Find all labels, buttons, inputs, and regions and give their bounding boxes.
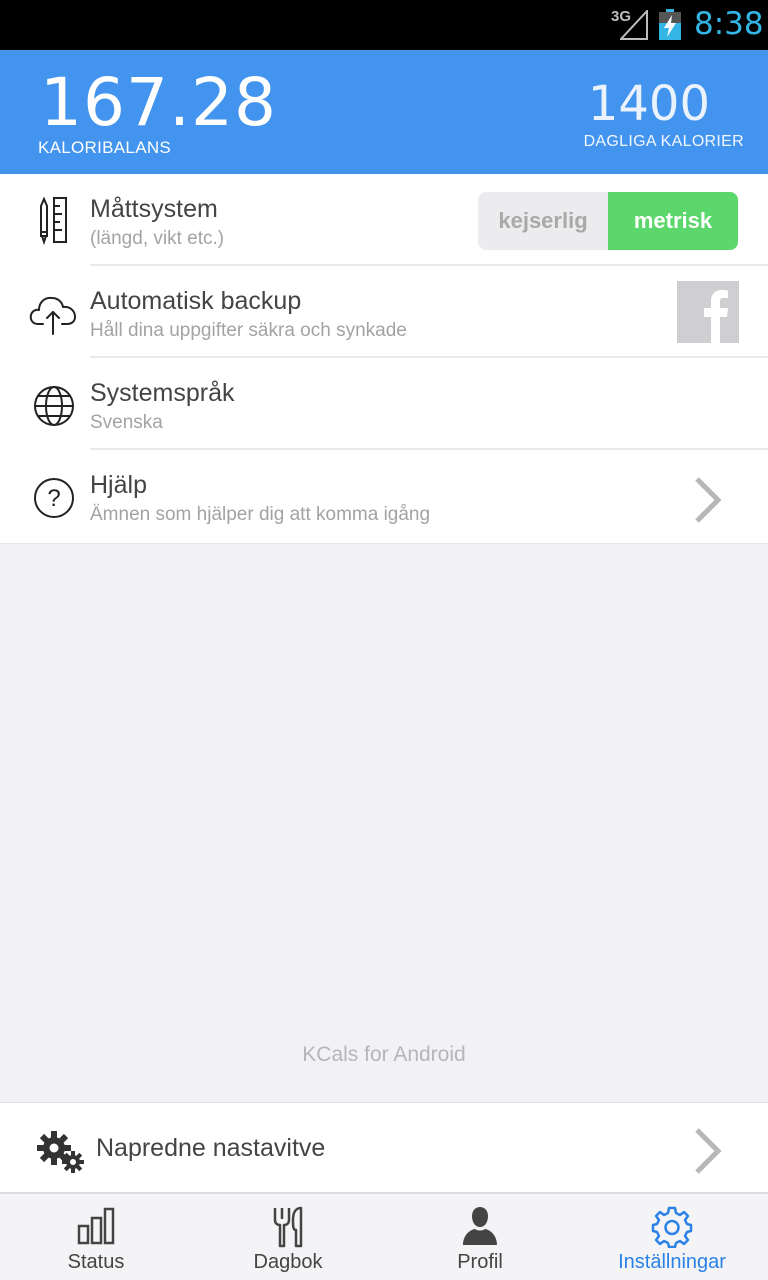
setting-subtitle: (längd, vikt etc.) <box>90 228 225 249</box>
imperial-option[interactable]: kejserlig <box>478 192 608 250</box>
daily-calories-value[interactable]: 1400 <box>588 76 710 132</box>
calorie-balance-label: KALORIBALANS <box>38 138 172 157</box>
tab-label: Dagbok <box>253 1251 323 1273</box>
tab-installningar[interactable]: Inställningar <box>576 1194 768 1280</box>
setting-title: Hjälp <box>90 471 147 499</box>
setting-subtitle: Ämnen som hjälper dig att komma igång <box>90 504 431 525</box>
tab-dagbok[interactable]: Dagbok <box>192 1194 384 1280</box>
tab-label: Inställningar <box>618 1251 726 1273</box>
cloud-upload-icon <box>29 296 76 335</box>
setting-title: Systemspråk <box>90 379 235 407</box>
clock: 8:38 <box>694 6 764 42</box>
app-footer-note: KCals for Android <box>302 1043 466 1066</box>
calorie-balance-value: 167.28 <box>40 64 277 141</box>
setting-title: Måttsystem <box>90 195 218 223</box>
fork-knife-icon <box>273 1206 303 1248</box>
metric-option[interactable]: metrisk <box>608 192 738 250</box>
tab-profil[interactable]: Profil <box>384 1194 576 1280</box>
chevron-right-icon <box>695 1128 722 1174</box>
help-icon: ? <box>34 478 74 518</box>
globe-icon <box>34 386 74 426</box>
chevron-right-icon[interactable] <box>693 476 723 524</box>
user-icon <box>463 1207 497 1245</box>
facebook-icon[interactable] <box>677 281 739 343</box>
battery-charging-icon <box>659 9 681 40</box>
svg-text:?: ? <box>47 485 60 512</box>
setting-unit-system: Måttsystem (längd, vikt etc.) kejserlig … <box>0 174 768 266</box>
signal-icon <box>620 10 648 40</box>
advanced-settings-label: Napredne nastavitve <box>96 1134 326 1162</box>
setting-subtitle: Svenska <box>90 412 163 433</box>
bottom-nav: Status Dagbok Profil Inställningar <box>0 1192 768 1280</box>
setting-title: Automatisk backup <box>90 287 302 315</box>
daily-calories-label: DAGLIGA KALORIER <box>583 133 744 150</box>
setting-help[interactable]: ? Hjälp Ämnen som hjälper dig att komma … <box>0 450 768 542</box>
setting-subtitle: Håll dina uppgifter säkra och synkade <box>90 320 407 341</box>
settings-list: Måttsystem (längd, vikt etc.) kejserlig … <box>0 174 768 544</box>
setting-auto-backup[interactable]: Automatisk backup Håll dina uppgifter sä… <box>0 266 768 358</box>
unit-system-toggle[interactable]: kejserlig metrisk <box>478 192 738 250</box>
calorie-header: 167.28 KALORIBALANS 1400 DAGLIGA KALORIE… <box>0 50 768 174</box>
status-bar: 3G 8:38 <box>0 0 768 50</box>
setting-system-language[interactable]: Systemspråk Svenska <box>0 358 768 450</box>
tab-label: Status <box>67 1251 125 1273</box>
ruler-pencil-icon <box>40 196 67 246</box>
advanced-settings-row[interactable]: Napredne nastavitve <box>0 1102 768 1192</box>
bar-chart-icon <box>77 1207 115 1245</box>
gear-icon <box>651 1206 693 1248</box>
tab-status[interactable]: Status <box>0 1194 192 1280</box>
gears-icon <box>37 1131 84 1173</box>
tab-label: Profil <box>457 1251 503 1273</box>
